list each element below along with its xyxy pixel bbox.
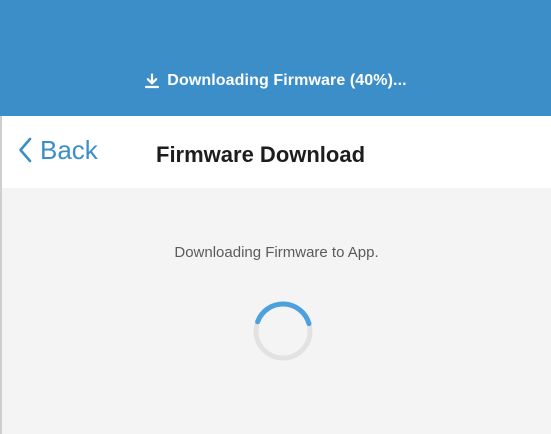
navigation-bar: Back Firmware Download — [0, 116, 551, 188]
loading-spinner-icon — [253, 301, 313, 361]
download-message: Downloading Firmware to App. — [174, 244, 379, 261]
download-status-banner: Downloading Firmware (40%)... — [0, 0, 551, 116]
back-button-label: Back — [40, 134, 98, 165]
download-content: Downloading Firmware to App. — [0, 188, 551, 434]
download-status-row: Downloading Firmware (40%)... — [0, 72, 551, 90]
firmware-download-screen: Downloading Firmware (40%)... Back Firmw… — [0, 0, 551, 434]
download-status-text: Downloading Firmware (40%)... — [167, 72, 407, 89]
spinner-progress-arc — [255, 301, 312, 327]
download-icon — [145, 73, 160, 89]
page-title: Firmware Download — [156, 142, 366, 167]
back-button[interactable]: Back — [18, 133, 98, 167]
chevron-left-icon — [19, 137, 32, 163]
